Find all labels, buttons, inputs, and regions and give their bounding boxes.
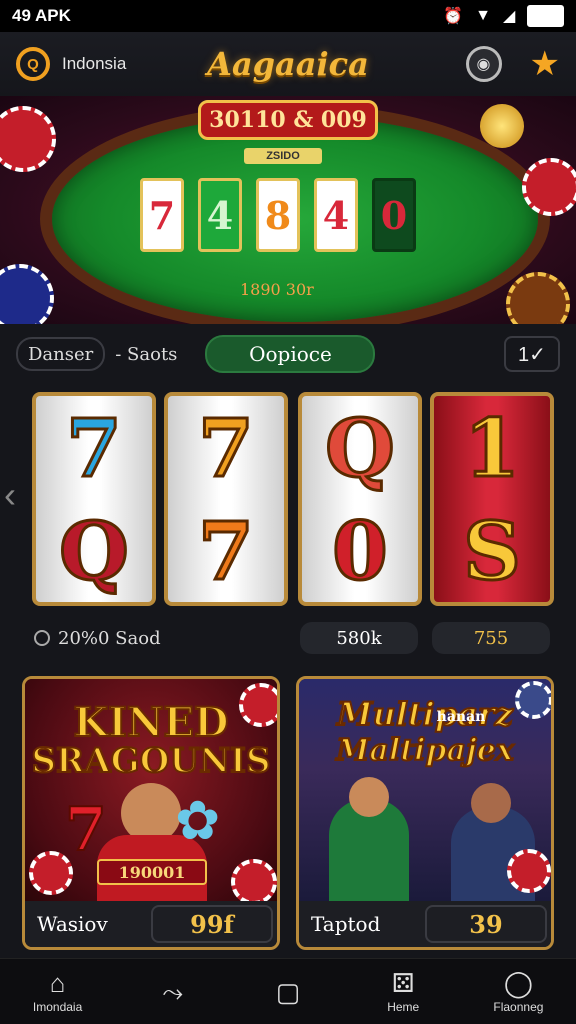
alarm-icon: ⏰ bbox=[443, 8, 464, 25]
hero-card: 0 bbox=[372, 178, 416, 252]
filter-toggle-button[interactable]: 1✓ bbox=[504, 336, 560, 372]
game-card-label: Wasiov bbox=[37, 912, 108, 936]
category-sort-label[interactable]: - Saots bbox=[115, 344, 177, 365]
star-icon[interactable]: ★ bbox=[530, 47, 560, 81]
reel-symbol: Q bbox=[58, 503, 131, 598]
player-right-head bbox=[471, 783, 511, 823]
filter-row: Danser - Saots Oopioce 1✓ bbox=[16, 334, 560, 374]
chip-decoration bbox=[506, 272, 570, 324]
reel[interactable]: 1 S bbox=[430, 392, 554, 606]
stat-time-text: 20%0 Saod bbox=[58, 628, 161, 649]
stat-wins: 755 bbox=[432, 622, 550, 654]
hero-card: 8 bbox=[256, 178, 300, 252]
battery-icon: 100 bbox=[527, 5, 564, 27]
square-icon: ▢ bbox=[275, 976, 301, 1007]
game-card-art: Multiparz hanan Maltipajex bbox=[299, 679, 551, 903]
status-bar: 49 APK ⏰ ▼ ◢ 100 bbox=[0, 0, 576, 32]
route-icon: ⤳ bbox=[162, 976, 184, 1007]
home-icon: ⌂ bbox=[49, 967, 66, 998]
bottom-nav: ⌂ Imondaia ⤳ ▢ ⚄ Heme ◯ Flaonneg bbox=[0, 958, 576, 1024]
hero-banner[interactable]: 30110 & 009 ZSIDO 7 4 8 4 0 1890 30r bbox=[0, 96, 576, 324]
chip-decoration bbox=[29, 851, 73, 895]
hero-cards: 7 4 8 4 0 bbox=[140, 178, 416, 252]
nav-item-square[interactable]: ▢ bbox=[230, 959, 345, 1024]
hero-card: 4 bbox=[198, 178, 242, 252]
game-card-art: KINED SRAGOUNIS 7 ✿ 190001 bbox=[25, 679, 277, 905]
nav-label: Heme bbox=[387, 999, 420, 1014]
hero-card: 7 bbox=[140, 178, 184, 252]
reel-symbol: 7 bbox=[65, 400, 124, 495]
nav-label: Imondaia bbox=[32, 999, 83, 1014]
reel-symbol: 0 bbox=[331, 503, 390, 598]
status-icons: ⏰ ▼ ◢ 100 bbox=[443, 5, 564, 27]
active-filter-button[interactable]: Oopioce bbox=[205, 335, 376, 373]
hero-subtext: 1890 30r bbox=[240, 280, 314, 299]
game-card-price-tag: 190001 bbox=[97, 859, 207, 885]
hero-card: 4 bbox=[314, 178, 358, 252]
game-card-value-button[interactable]: 99f bbox=[151, 905, 273, 943]
game-card-label: Taptod bbox=[311, 912, 381, 936]
reel[interactable]: Q 0 bbox=[298, 392, 422, 606]
category-chip[interactable]: Danser bbox=[16, 337, 106, 371]
chip-decoration bbox=[0, 264, 54, 324]
dice-icon: ⚄ bbox=[391, 967, 415, 998]
jackpot-banner: 30110 & 009 bbox=[198, 100, 378, 140]
clock-icon bbox=[34, 630, 50, 646]
nav-item-flaonneg[interactable]: ◯ Flaonneg bbox=[461, 959, 576, 1024]
signal-icon: ◢ bbox=[502, 8, 516, 25]
reel[interactable]: 7 7 bbox=[164, 392, 288, 606]
game-card[interactable]: Multiparz hanan Maltipajex Taptod 39 bbox=[296, 676, 554, 950]
chip-decoration bbox=[507, 849, 551, 893]
circle-icon: ◯ bbox=[503, 967, 533, 998]
nav-item-home[interactable]: ⌂ Imondaia bbox=[0, 959, 115, 1024]
nav-item-route[interactable]: ⤳ bbox=[115, 959, 230, 1024]
app-logo-icon[interactable]: Q bbox=[16, 47, 50, 81]
profile-icon: ◉ bbox=[476, 56, 491, 73]
profile-button[interactable]: ◉ bbox=[465, 46, 502, 82]
brand-title: Aagaaica bbox=[207, 45, 369, 83]
chevron-left-icon[interactable]: ‹ bbox=[4, 474, 16, 516]
chip-decoration bbox=[522, 158, 576, 216]
nav-label: Flaonneg bbox=[493, 999, 544, 1014]
reel-symbol: Q bbox=[324, 400, 397, 495]
chip-decoration bbox=[480, 104, 524, 148]
game-card-value-button[interactable]: 39 bbox=[425, 905, 547, 943]
reel[interactable]: 7 Q bbox=[32, 392, 156, 606]
clover-icon: ✿ bbox=[175, 791, 221, 851]
wifi-icon: ▼ bbox=[475, 7, 491, 24]
chip-decoration bbox=[231, 859, 277, 905]
game-card[interactable]: KINED SRAGOUNIS 7 ✿ 190001 Wasiov 99f bbox=[22, 676, 280, 950]
game-card-title: SRAGOUNIS bbox=[30, 740, 271, 782]
game-card-footer: Taptod 39 bbox=[299, 901, 551, 947]
status-bar-text: 49 APK bbox=[12, 6, 71, 25]
stat-time: 20%0 Saod bbox=[34, 628, 161, 649]
hero-tag: ZSIDO bbox=[244, 148, 322, 164]
game-card-title: Maltipajex bbox=[335, 732, 515, 769]
nav-item-heme[interactable]: ⚄ Heme bbox=[346, 959, 461, 1024]
player-avatar bbox=[121, 783, 181, 843]
reel-symbol: S bbox=[462, 503, 523, 598]
reel-symbol: 7 bbox=[197, 400, 256, 495]
app-bar: Q Indonsia Aagaaica ◉ ★ bbox=[0, 32, 576, 96]
chip-decoration bbox=[239, 683, 277, 727]
slot-reels: ‹ 7 Q 7 7 Q 0 1 S bbox=[0, 384, 576, 614]
reel-symbol: 7 bbox=[197, 503, 256, 598]
stat-bets: 580k bbox=[300, 622, 418, 654]
chip-decoration bbox=[515, 681, 551, 719]
reel-symbol: 1 bbox=[463, 400, 522, 495]
region-selector[interactable]: Indonsia bbox=[62, 54, 126, 74]
stats-row: 20%0 Saod 580k 755 bbox=[0, 620, 576, 656]
player-left-head bbox=[349, 777, 389, 817]
game-card-footer: Wasiov 99f bbox=[25, 901, 277, 947]
chip-decoration bbox=[0, 106, 56, 172]
